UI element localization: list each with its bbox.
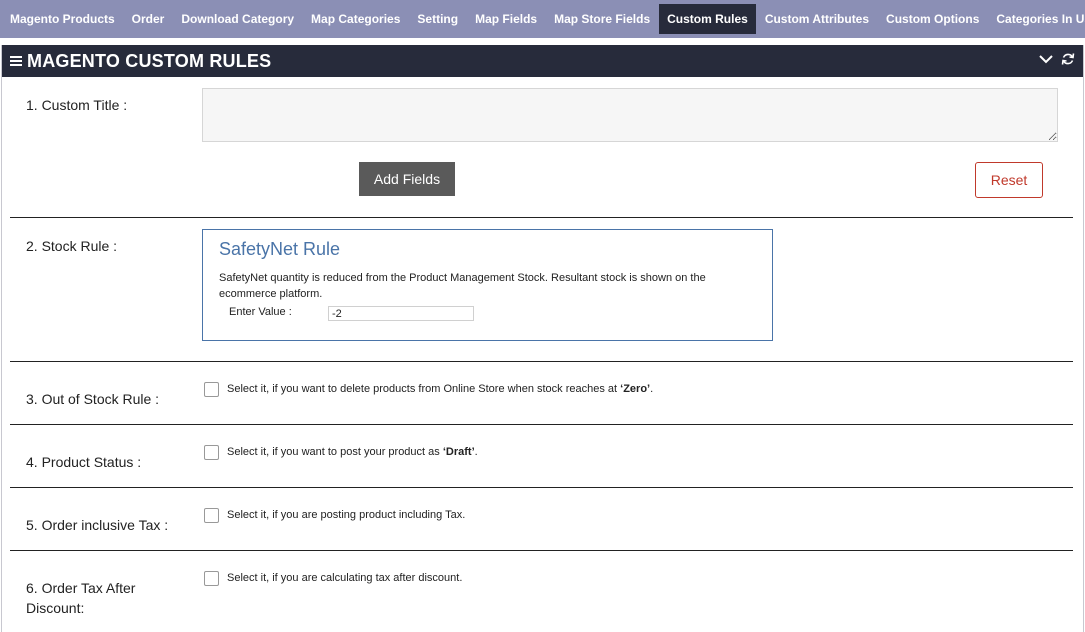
tab-map-fields[interactable]: Map Fields: [467, 4, 545, 34]
custom-title-input[interactable]: [202, 88, 1058, 142]
enter-value-label: Enter Value :: [229, 306, 292, 318]
divider: [10, 550, 1073, 551]
out-of-stock-rule-text: Select it, if you want to delete product…: [227, 383, 654, 395]
panel-title: MAGENTO CUSTOM RULES: [27, 50, 272, 71]
divider: [10, 217, 1073, 218]
menu-icon[interactable]: [10, 54, 22, 68]
custom-title-label: 1. Custom Title :: [26, 97, 128, 113]
safetynet-rule-description: SafetyNet quantity is reduced from the P…: [219, 272, 706, 300]
order-inclusive-tax-text: Select it, if you are posting product in…: [227, 509, 466, 521]
order-inclusive-tax-checkbox[interactable]: [204, 508, 219, 523]
safetynet-value-input[interactable]: [328, 306, 474, 321]
tab-categories-in-use[interactable]: Categories In Use: [988, 4, 1085, 34]
order-inclusive-tax-label: 5. Order inclusive Tax :: [26, 517, 169, 533]
tab-custom-attributes[interactable]: Custom Attributes: [757, 4, 877, 34]
order-tax-after-discount-checkbox[interactable]: [204, 571, 219, 586]
order-tax-after-discount-text: Select it, if you are calculating tax af…: [227, 572, 463, 584]
header-actions: [1039, 52, 1075, 66]
out-of-stock-rule-checkbox[interactable]: [204, 382, 219, 397]
panel-header: MAGENTO CUSTOM RULES: [2, 45, 1083, 77]
product-status-text: Select it, if you want to post your prod…: [227, 446, 478, 458]
tab-setting[interactable]: Setting: [409, 4, 466, 34]
reset-button[interactable]: Reset: [975, 162, 1043, 198]
tab-magento-products[interactable]: Magento Products: [2, 4, 123, 34]
safetynet-rule-title: SafetyNet Rule: [219, 239, 341, 259]
stock-rule-label: 2. Stock Rule :: [26, 238, 118, 254]
tab-order[interactable]: Order: [124, 4, 173, 34]
refresh-icon[interactable]: [1061, 52, 1075, 66]
product-status-label: 4. Product Status :: [26, 454, 142, 470]
tab-map-store-fields[interactable]: Map Store Fields: [546, 4, 658, 34]
safetynet-rule-box: SafetyNet Rule SafetyNet quantity is red…: [202, 229, 773, 341]
chevron-down-icon[interactable]: [1039, 52, 1053, 66]
tab-custom-rules[interactable]: Custom Rules: [659, 4, 756, 34]
add-fields-button[interactable]: Add Fields: [359, 162, 455, 196]
tab-map-categories[interactable]: Map Categories: [303, 4, 408, 34]
tab-bar: Magento Products Order Download Category…: [0, 0, 1085, 38]
tab-download-category[interactable]: Download Category: [173, 4, 302, 34]
product-status-checkbox[interactable]: [204, 445, 219, 460]
divider: [10, 487, 1073, 488]
order-tax-after-discount-label: 6. Order Tax After Discount:: [26, 580, 136, 616]
tab-custom-options[interactable]: Custom Options: [878, 4, 987, 34]
out-of-stock-rule-label: 3. Out of Stock Rule :: [26, 391, 160, 407]
divider: [10, 361, 1073, 362]
divider: [10, 424, 1073, 425]
